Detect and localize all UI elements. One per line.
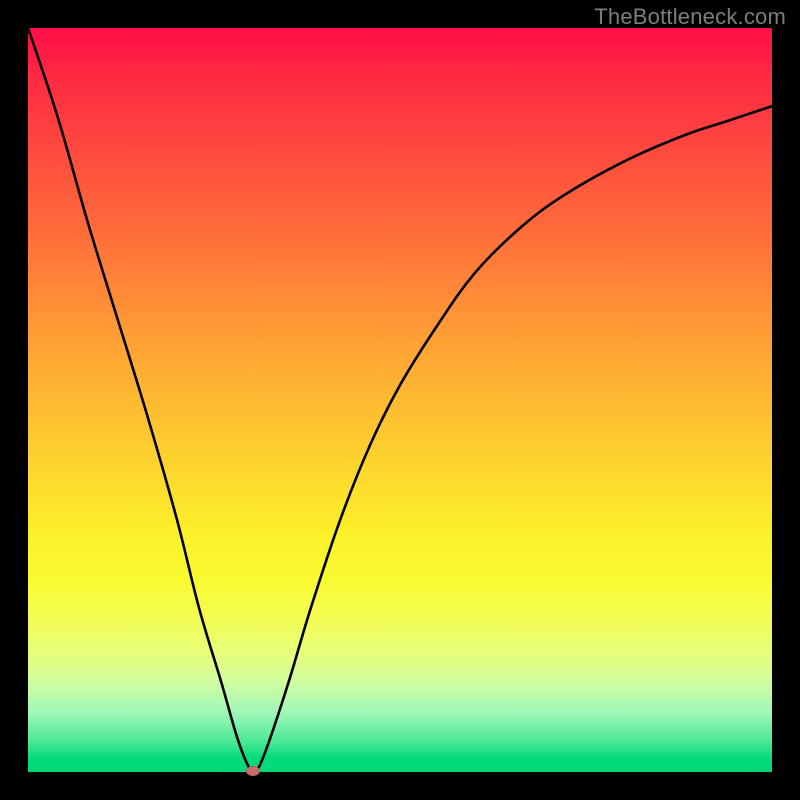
bottleneck-curve: [28, 28, 772, 772]
watermark-text: TheBottleneck.com: [594, 4, 786, 30]
chart-frame: TheBottleneck.com: [0, 0, 800, 800]
plot-area: [28, 28, 772, 772]
minimum-marker: [246, 766, 260, 776]
